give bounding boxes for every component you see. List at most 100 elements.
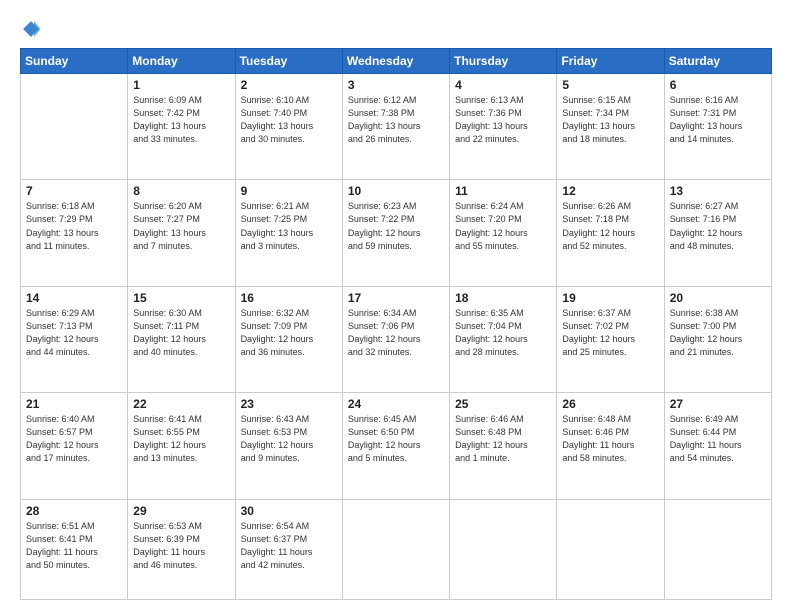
- calendar-cell: 29 Sunrise: 6:53 AM Sunset: 6:39 PM Dayli…: [128, 499, 235, 599]
- day-number: 22: [133, 397, 229, 411]
- day-number: 11: [455, 184, 551, 198]
- day-info: Sunrise: 6:26 AM Sunset: 7:18 PM Dayligh…: [562, 200, 658, 252]
- day-info: Sunrise: 6:45 AM Sunset: 6:50 PM Dayligh…: [348, 413, 444, 465]
- calendar-cell: 5Sunrise: 6:15 AM Sunset: 7:34 PM Daylig…: [557, 74, 664, 180]
- calendar-cell: 6 Sunrise: 6:16 AM Sunset: 7:31 PM Daylig…: [664, 74, 771, 180]
- calendar-cell: 1Sunrise: 6:09 AM Sunset: 7:42 PM Daylig…: [128, 74, 235, 180]
- day-number: 27: [670, 397, 766, 411]
- day-info: Sunrise: 6:18 AM Sunset: 7:29 PM Dayligh…: [26, 200, 122, 252]
- day-number: 18: [455, 291, 551, 305]
- calendar-cell: [21, 74, 128, 180]
- day-number: 28: [26, 504, 122, 518]
- day-number: 24: [348, 397, 444, 411]
- day-info: Sunrise: 6:35 AM Sunset: 7:04 PM Dayligh…: [455, 307, 551, 359]
- day-number: 16: [241, 291, 337, 305]
- calendar-cell: 25Sunrise: 6:46 AM Sunset: 6:48 PM Dayli…: [450, 393, 557, 499]
- day-info: Sunrise: 6:40 AM Sunset: 6:57 PM Dayligh…: [26, 413, 122, 465]
- day-number: 23: [241, 397, 337, 411]
- calendar-cell: 18 Sunrise: 6:35 AM Sunset: 7:04 PM Dayli…: [450, 286, 557, 392]
- day-number: 19: [562, 291, 658, 305]
- day-number: 21: [26, 397, 122, 411]
- calendar-cell: 16 Sunrise: 6:32 AM Sunset: 7:09 PM Dayli…: [235, 286, 342, 392]
- day-info: Sunrise: 6:41 AM Sunset: 6:55 PM Dayligh…: [133, 413, 229, 465]
- day-info: Sunrise: 6:29 AM Sunset: 7:13 PM Dayligh…: [26, 307, 122, 359]
- day-info: Sunrise: 6:34 AM Sunset: 7:06 PM Dayligh…: [348, 307, 444, 359]
- page: SundayMondayTuesdayWednesdayThursdayFrid…: [0, 0, 792, 612]
- calendar-cell: 10Sunrise: 6:23 AM Sunset: 7:22 PM Dayli…: [342, 180, 449, 286]
- day-number: 25: [455, 397, 551, 411]
- day-number: 29: [133, 504, 229, 518]
- calendar-cell: 12 Sunrise: 6:26 AM Sunset: 7:18 PM Dayli…: [557, 180, 664, 286]
- day-number: 15: [133, 291, 229, 305]
- day-number: 10: [348, 184, 444, 198]
- calendar-cell: 14Sunrise: 6:29 AM Sunset: 7:13 PM Dayli…: [21, 286, 128, 392]
- day-info: Sunrise: 6:10 AM Sunset: 7:40 PM Dayligh…: [241, 94, 337, 146]
- calendar-cell: 19 Sunrise: 6:37 AM Sunset: 7:02 PM Dayli…: [557, 286, 664, 392]
- day-info: Sunrise: 6:48 AM Sunset: 6:46 PM Dayligh…: [562, 413, 658, 465]
- day-info: Sunrise: 6:30 AM Sunset: 7:11 PM Dayligh…: [133, 307, 229, 359]
- day-number: 17: [348, 291, 444, 305]
- day-number: 6: [670, 78, 766, 92]
- calendar-cell: 2Sunrise: 6:10 AM Sunset: 7:40 PM Daylig…: [235, 74, 342, 180]
- day-info: Sunrise: 6:15 AM Sunset: 7:34 PM Dayligh…: [562, 94, 658, 146]
- day-info: Sunrise: 6:21 AM Sunset: 7:25 PM Dayligh…: [241, 200, 337, 252]
- calendar-cell: 8 Sunrise: 6:20 AM Sunset: 7:27 PM Daylig…: [128, 180, 235, 286]
- calendar-cell: 13 Sunrise: 6:27 AM Sunset: 7:16 PM Dayli…: [664, 180, 771, 286]
- day-info: Sunrise: 6:20 AM Sunset: 7:27 PM Dayligh…: [133, 200, 229, 252]
- weekday-header-saturday: Saturday: [664, 49, 771, 74]
- day-info: Sunrise: 6:13 AM Sunset: 7:36 PM Dayligh…: [455, 94, 551, 146]
- logo: [20, 18, 46, 40]
- day-number: 26: [562, 397, 658, 411]
- day-number: 9: [241, 184, 337, 198]
- weekday-header-sunday: Sunday: [21, 49, 128, 74]
- day-number: 13: [670, 184, 766, 198]
- calendar-cell: [664, 499, 771, 599]
- weekday-header-tuesday: Tuesday: [235, 49, 342, 74]
- weekday-header-friday: Friday: [557, 49, 664, 74]
- day-info: Sunrise: 6:12 AM Sunset: 7:38 PM Dayligh…: [348, 94, 444, 146]
- calendar-cell: 9 Sunrise: 6:21 AM Sunset: 7:25 PM Daylig…: [235, 180, 342, 286]
- calendar-cell: 30Sunrise: 6:54 AM Sunset: 6:37 PM Dayli…: [235, 499, 342, 599]
- calendar-week-row: 1Sunrise: 6:09 AM Sunset: 7:42 PM Daylig…: [21, 74, 772, 180]
- calendar-cell: [342, 499, 449, 599]
- day-number: 20: [670, 291, 766, 305]
- day-number: 4: [455, 78, 551, 92]
- day-number: 8: [133, 184, 229, 198]
- day-info: Sunrise: 6:51 AM Sunset: 6:41 PM Dayligh…: [26, 520, 122, 572]
- calendar-cell: [557, 499, 664, 599]
- day-info: Sunrise: 6:16 AM Sunset: 7:31 PM Dayligh…: [670, 94, 766, 146]
- day-info: Sunrise: 6:43 AM Sunset: 6:53 PM Dayligh…: [241, 413, 337, 465]
- calendar-cell: 17 Sunrise: 6:34 AM Sunset: 7:06 PM Dayli…: [342, 286, 449, 392]
- calendar-cell: 20 Sunrise: 6:38 AM Sunset: 7:00 PM Dayli…: [664, 286, 771, 392]
- weekday-header-wednesday: Wednesday: [342, 49, 449, 74]
- calendar-week-row: 14Sunrise: 6:29 AM Sunset: 7:13 PM Dayli…: [21, 286, 772, 392]
- calendar-cell: 27 Sunrise: 6:49 AM Sunset: 6:44 PM Dayli…: [664, 393, 771, 499]
- calendar-cell: 3 Sunrise: 6:12 AM Sunset: 7:38 PM Daylig…: [342, 74, 449, 180]
- calendar-cell: 11 Sunrise: 6:24 AM Sunset: 7:20 PM Dayli…: [450, 180, 557, 286]
- calendar-cell: 23 Sunrise: 6:43 AM Sunset: 6:53 PM Dayli…: [235, 393, 342, 499]
- calendar-cell: 15 Sunrise: 6:30 AM Sunset: 7:11 PM Dayli…: [128, 286, 235, 392]
- calendar-table: SundayMondayTuesdayWednesdayThursdayFrid…: [20, 48, 772, 600]
- calendar-week-row: 7Sunrise: 6:18 AM Sunset: 7:29 PM Daylig…: [21, 180, 772, 286]
- weekday-header-monday: Monday: [128, 49, 235, 74]
- logo-icon: [20, 18, 42, 40]
- calendar-cell: 21 Sunrise: 6:40 AM Sunset: 6:57 PM Dayli…: [21, 393, 128, 499]
- calendar-cell: 22 Sunrise: 6:41 AM Sunset: 6:55 PM Dayli…: [128, 393, 235, 499]
- weekday-header-row: SundayMondayTuesdayWednesdayThursdayFrid…: [21, 49, 772, 74]
- weekday-header-thursday: Thursday: [450, 49, 557, 74]
- day-info: Sunrise: 6:38 AM Sunset: 7:00 PM Dayligh…: [670, 307, 766, 359]
- day-number: 3: [348, 78, 444, 92]
- day-info: Sunrise: 6:37 AM Sunset: 7:02 PM Dayligh…: [562, 307, 658, 359]
- calendar-cell: 28 Sunrise: 6:51 AM Sunset: 6:41 PM Dayli…: [21, 499, 128, 599]
- day-info: Sunrise: 6:54 AM Sunset: 6:37 PM Dayligh…: [241, 520, 337, 572]
- day-number: 12: [562, 184, 658, 198]
- day-info: Sunrise: 6:27 AM Sunset: 7:16 PM Dayligh…: [670, 200, 766, 252]
- day-info: Sunrise: 6:32 AM Sunset: 7:09 PM Dayligh…: [241, 307, 337, 359]
- day-info: Sunrise: 6:53 AM Sunset: 6:39 PM Dayligh…: [133, 520, 229, 572]
- calendar-week-row: 21 Sunrise: 6:40 AM Sunset: 6:57 PM Dayli…: [21, 393, 772, 499]
- day-info: Sunrise: 6:24 AM Sunset: 7:20 PM Dayligh…: [455, 200, 551, 252]
- calendar-cell: 7Sunrise: 6:18 AM Sunset: 7:29 PM Daylig…: [21, 180, 128, 286]
- day-info: Sunrise: 6:49 AM Sunset: 6:44 PM Dayligh…: [670, 413, 766, 465]
- calendar-cell: 24 Sunrise: 6:45 AM Sunset: 6:50 PM Dayli…: [342, 393, 449, 499]
- calendar-cell: [450, 499, 557, 599]
